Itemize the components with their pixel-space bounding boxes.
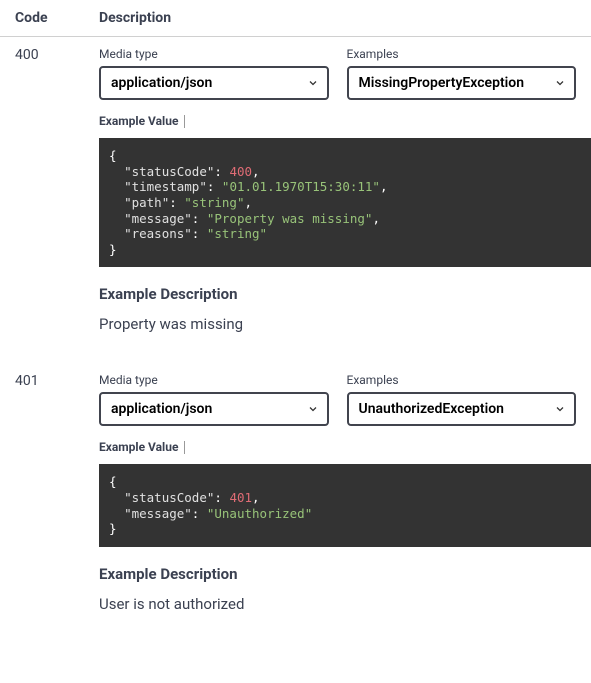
example-value-label: Example Value: [99, 114, 576, 128]
response-row: 401Media type application/json Examples Una…: [0, 363, 591, 643]
media-type-select[interactable]: application/json: [99, 392, 329, 426]
example-description-text: User is not authorized: [99, 595, 576, 613]
header-description: Description: [99, 10, 576, 26]
response-row: 400Media type application/json Examples Mis…: [0, 37, 591, 363]
responses-header: Code Description: [0, 0, 591, 37]
example-description-label: Example Description: [99, 285, 576, 303]
examples-label: Examples: [347, 373, 577, 387]
example-value-label: Example Value: [99, 440, 576, 454]
example-value-code: { "statusCode": 400, "timestamp": "01.01…: [99, 138, 591, 267]
example-value-code: { "statusCode": 401, "message": "Unautho…: [99, 464, 591, 547]
response-content: Media type application/json Examples Missin…: [99, 47, 576, 333]
status-code: 401: [15, 373, 99, 613]
media-type-label: Media type: [99, 47, 329, 61]
media-type-select[interactable]: application/json: [99, 66, 329, 100]
status-code: 400: [15, 47, 99, 333]
examples-select[interactable]: MissingPropertyException: [347, 66, 577, 100]
examples-label: Examples: [347, 47, 577, 61]
response-content: Media type application/json Examples Unauth…: [99, 373, 576, 613]
header-code: Code: [15, 10, 99, 26]
example-description-text: Property was missing: [99, 315, 576, 333]
example-description-label: Example Description: [99, 565, 576, 583]
media-type-label: Media type: [99, 373, 329, 387]
examples-select[interactable]: UnauthorizedException: [347, 392, 577, 426]
